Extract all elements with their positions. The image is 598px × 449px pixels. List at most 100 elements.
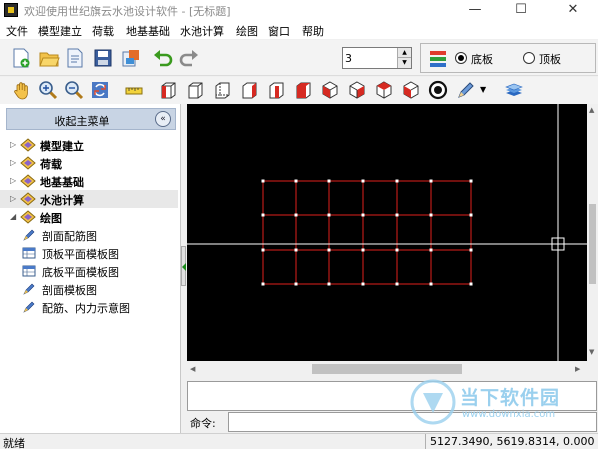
menu-load[interactable]: 荷载 <box>92 23 114 39</box>
drawing-pen-icon <box>22 300 36 314</box>
grid-node <box>294 179 298 183</box>
collapse-menu-header[interactable]: 收起主菜单 « <box>6 108 176 130</box>
view-iso-nw-icon[interactable] <box>401 80 421 100</box>
grid-node <box>429 282 433 286</box>
target-icon[interactable] <box>428 80 448 100</box>
spin-down-button[interactable]: ▼ <box>397 58 411 68</box>
open-folder-icon[interactable] <box>38 47 60 69</box>
sub-item-section-rebar[interactable]: 剖面配筋图 <box>0 226 178 244</box>
radio-bottom-slab[interactable] <box>455 52 467 64</box>
main-menu-panel: 收起主菜单 « ▷ 模型建立 ▷ 荷载 ▷ 地基基础 ▷ 水池计算 ◢ 绘图 剖… <box>0 104 181 433</box>
scroll-right-icon[interactable]: ▶ <box>575 365 580 373</box>
menu-window[interactable]: 窗口 <box>268 23 290 39</box>
view-iso-sw-icon[interactable] <box>320 80 340 100</box>
title-bar: 欢迎使用世纪旗云水池设计软件 - [无标题] — ☐ ✕ <box>0 0 598 20</box>
vertical-scroll-thumb[interactable] <box>589 204 596 284</box>
view-face-bottom-icon[interactable] <box>293 80 313 100</box>
grid-node <box>395 282 399 286</box>
radio-bottom-label: 底板 <box>471 53 493 66</box>
expand-arrow-icon[interactable]: ▷ <box>10 194 16 203</box>
document-icon[interactable] <box>64 47 86 69</box>
measure-tape-icon[interactable] <box>124 80 144 100</box>
command-input[interactable] <box>228 412 597 432</box>
sub-item-label: 底板平面模板图 <box>42 266 119 279</box>
grid-node <box>429 213 433 217</box>
expand-arrow-icon[interactable]: ▷ <box>10 140 16 149</box>
menu-calc[interactable]: 水池计算 <box>180 23 224 39</box>
horizontal-scroll-thumb[interactable] <box>312 364 462 374</box>
sub-item-label: 剖面模板图 <box>42 284 97 297</box>
view-face-right-icon[interactable] <box>239 80 259 100</box>
view-iso-ne-icon[interactable] <box>374 80 394 100</box>
zoom-out-icon[interactable] <box>64 80 84 100</box>
collapse-arrow-icon[interactable]: ◢ <box>10 212 16 221</box>
menu-model[interactable]: 模型建立 <box>38 23 82 39</box>
tree-item-load[interactable]: ▷ 荷载 <box>0 154 178 172</box>
pan-hand-icon[interactable] <box>12 80 32 100</box>
sub-item-top-slab-plan[interactable]: 顶板平面模板图 <box>0 244 178 262</box>
menu-draw[interactable]: 绘图 <box>236 23 258 39</box>
scroll-up-icon[interactable]: ▲ <box>589 106 594 114</box>
view-iso-se-icon[interactable] <box>347 80 367 100</box>
close-button[interactable]: ✕ <box>548 0 598 20</box>
collapse-chevron-icon[interactable]: « <box>155 111 171 127</box>
menu-foundation[interactable]: 地基基础 <box>126 23 170 39</box>
tree-item-label: 荷载 <box>40 158 62 171</box>
grid-node <box>327 248 331 252</box>
status-bar: 就绪 5127.3490, 5619.8314, 0.000 <box>0 433 598 449</box>
maximize-button[interactable]: ☐ <box>498 0 544 20</box>
drawing-canvas[interactable] <box>187 104 587 361</box>
minimize-button[interactable]: — <box>452 0 498 20</box>
main-toolbar: ▲ ▼ 底板 顶板 <box>0 40 598 76</box>
redo-icon[interactable] <box>178 47 200 69</box>
collapse-menu-label: 收起主菜单 <box>54 115 110 128</box>
export-icon[interactable] <box>120 47 142 69</box>
radio-top-slab[interactable] <box>523 52 535 64</box>
scroll-down-icon[interactable]: ▼ <box>589 348 594 356</box>
scroll-left-icon[interactable]: ◀ <box>190 365 195 373</box>
grid-node <box>327 213 331 217</box>
spin-up-button[interactable]: ▲ <box>397 48 411 58</box>
pen-icon[interactable] <box>456 80 476 100</box>
grid-node <box>395 179 399 183</box>
layer-spinner[interactable]: ▲ ▼ <box>342 47 412 69</box>
zoom-in-icon[interactable] <box>38 80 58 100</box>
regenerate-icon[interactable] <box>90 80 110 100</box>
grid-node <box>469 282 473 286</box>
sub-item-section-template[interactable]: 剖面模板图 <box>0 280 178 298</box>
menu-bar: 文件 模型建立 荷载 地基基础 水池计算 绘图 窗口 帮助 <box>0 20 598 40</box>
grid-node <box>261 248 265 252</box>
expand-arrow-icon[interactable]: ▷ <box>10 176 16 185</box>
grid-node <box>261 213 265 217</box>
vertical-scrollbar[interactable]: ▲ ▼ <box>587 104 598 361</box>
expand-arrow-icon[interactable]: ▷ <box>10 158 16 167</box>
panel-splitter-handle[interactable] <box>181 246 186 286</box>
grid-node <box>294 282 298 286</box>
app-logo-icon <box>4 3 18 17</box>
undo-icon[interactable] <box>152 47 174 69</box>
tree-item-draw[interactable]: ◢ 绘图 <box>0 208 178 226</box>
grid-node <box>294 213 298 217</box>
view-face-left-icon[interactable] <box>185 80 205 100</box>
new-file-icon[interactable] <box>10 47 32 69</box>
view-face-back-icon[interactable] <box>212 80 232 100</box>
menu-file[interactable]: 文件 <box>6 23 28 39</box>
window-title: 欢迎使用世纪旗云水池设计软件 - [无标题] <box>24 5 231 18</box>
horizontal-scrollbar[interactable]: ◀ ▶ <box>187 361 587 377</box>
sub-item-bottom-slab-plan[interactable]: 底板平面模板图 <box>0 262 178 280</box>
layer-number-input[interactable] <box>345 50 395 66</box>
tree-item-foundation[interactable]: ▷ 地基基础 <box>0 172 178 190</box>
pen-dropdown-icon[interactable]: ▼ <box>480 80 490 100</box>
view-face-top-icon[interactable] <box>266 80 286 100</box>
grid-node <box>361 179 365 183</box>
layers-stack-icon[interactable] <box>504 80 524 100</box>
save-icon[interactable] <box>92 47 114 69</box>
tree-item-calc[interactable]: ▷ 水池计算 <box>0 190 178 208</box>
grid-node <box>261 282 265 286</box>
folder-diamond-icon <box>20 156 36 170</box>
grid-node <box>261 179 265 183</box>
menu-help[interactable]: 帮助 <box>302 23 324 39</box>
view-face-front-icon[interactable] <box>158 80 178 100</box>
tree-item-model[interactable]: ▷ 模型建立 <box>0 136 178 154</box>
sub-item-rebar-force-diagram[interactable]: 配筋、内力示意图 <box>0 298 178 316</box>
